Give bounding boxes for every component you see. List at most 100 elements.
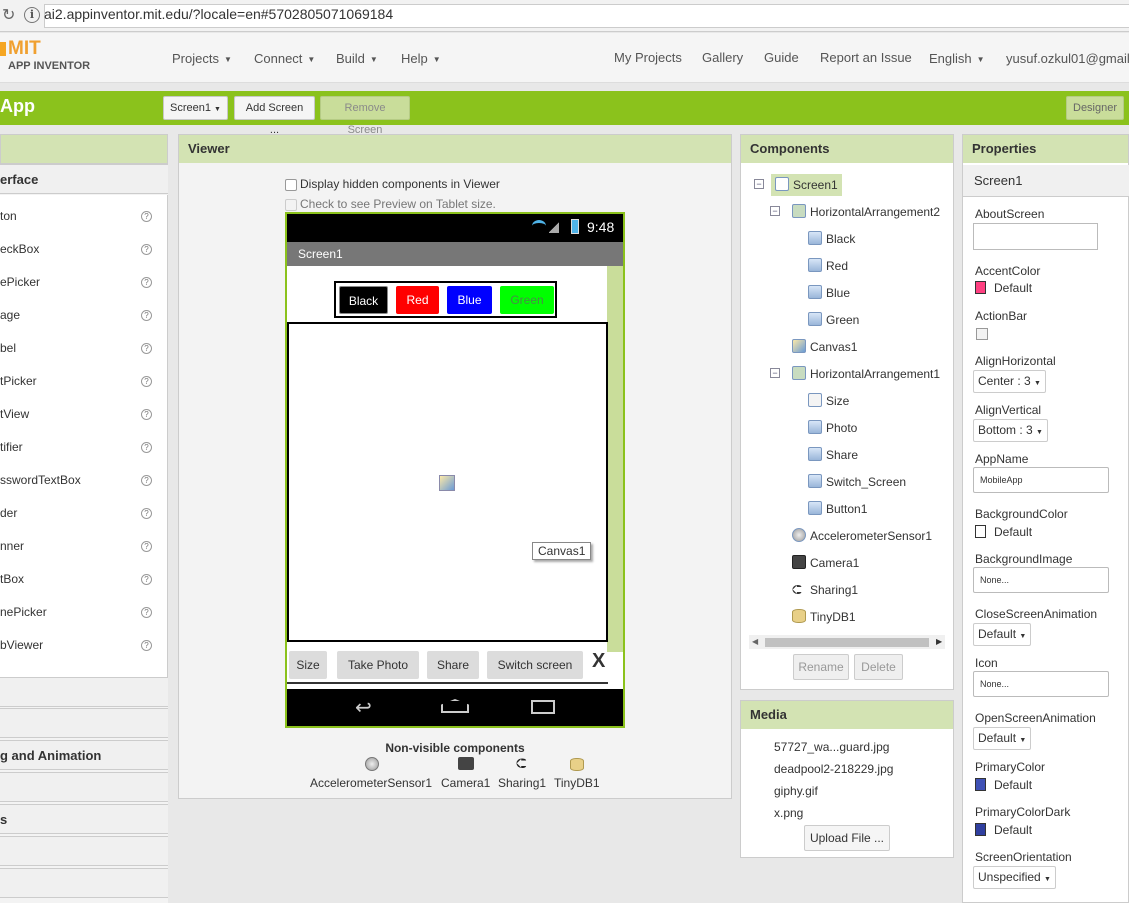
palette-section-user-interface[interactable]: erface <box>0 164 168 194</box>
share-button[interactable]: Share <box>427 651 479 679</box>
media-file[interactable]: giphy.gif <box>774 784 818 798</box>
palette-item-image[interactable]: age? <box>0 299 166 332</box>
nonvisible-tinydb[interactable]: TinyDB1 <box>554 776 600 790</box>
palette-item-passwordtextbox[interactable]: sswordTextBox? <box>0 464 166 497</box>
screen-orientation-select[interactable]: Unspecified ▼ <box>973 866 1056 889</box>
palette-item-textbox[interactable]: tBox? <box>0 563 166 596</box>
black-button[interactable]: Black <box>339 286 388 314</box>
palette-item-webviewer[interactable]: bViewer? <box>0 629 166 662</box>
tree-share[interactable]: Share <box>808 444 858 466</box>
nav-my-projects[interactable]: My Projects <box>614 50 682 65</box>
help-icon[interactable]: ? <box>141 442 152 453</box>
palette-section-sensors[interactable]: s <box>0 804 168 834</box>
palette-section-maps[interactable] <box>0 772 168 802</box>
help-icon[interactable]: ? <box>141 277 152 288</box>
palette-section-layout[interactable] <box>0 677 168 707</box>
palette-section-media[interactable] <box>0 708 168 738</box>
background-image-input[interactable]: None... <box>973 567 1109 593</box>
canvas-1[interactable]: Canvas1 <box>287 322 608 642</box>
screen-select[interactable]: Screen1 ▼ <box>163 96 228 120</box>
tree-red[interactable]: Red <box>808 255 848 277</box>
tree-size[interactable]: Size <box>808 390 849 412</box>
help-icon[interactable]: ? <box>141 541 152 552</box>
palette-item-timepicker[interactable]: nePicker? <box>0 596 166 629</box>
help-icon[interactable]: ? <box>141 310 152 321</box>
menu-projects[interactable]: Projects ▼ <box>172 51 232 66</box>
palette-item-notifier[interactable]: tifier? <box>0 431 166 464</box>
nav-guide[interactable]: Guide <box>764 50 799 65</box>
tree-sharing1[interactable]: ⮈ Sharing1 <box>792 579 858 601</box>
palette-item-label[interactable]: bel? <box>0 332 166 365</box>
media-file[interactable]: deadpool2-218229.jpg <box>774 762 893 776</box>
tree-accelerometer[interactable]: AccelerometerSensor1 <box>792 525 932 547</box>
blue-button[interactable]: Blue <box>447 286 492 314</box>
icon-input[interactable]: None... <box>973 671 1109 697</box>
tree-canvas1[interactable]: Canvas1 <box>792 336 857 358</box>
help-icon[interactable]: ? <box>141 574 152 585</box>
phone-scrollbar[interactable] <box>607 266 623 652</box>
tree-green[interactable]: Green <box>808 309 859 331</box>
reload-icon[interactable]: ↻ <box>2 6 22 26</box>
upload-file-button[interactable]: Upload File ... <box>804 825 890 851</box>
display-hidden-option[interactable]: Display hidden components in Viewer <box>285 177 500 191</box>
delete-button[interactable]: Delete <box>854 654 903 680</box>
collapse-icon[interactable]: − <box>770 368 780 378</box>
menu-help[interactable]: Help ▼ <box>401 51 441 66</box>
menu-connect[interactable]: Connect ▼ <box>254 51 315 66</box>
palette-item-listview[interactable]: tView? <box>0 398 166 431</box>
palette-item-spinner[interactable]: nner? <box>0 530 166 563</box>
palette-section-storage[interactable] <box>0 868 168 898</box>
tree-camera1[interactable]: Camera1 <box>792 552 859 574</box>
tree-black[interactable]: Black <box>808 228 855 250</box>
remove-screen-button[interactable]: Remove Screen <box>320 96 410 136</box>
help-icon[interactable]: ? <box>141 244 152 255</box>
nav-gallery[interactable]: Gallery <box>702 50 743 65</box>
primary-dark-picker[interactable]: Default <box>975 823 1032 837</box>
collapse-icon[interactable]: − <box>754 179 764 189</box>
palette-section-drawing-animation[interactable]: g and Animation <box>0 740 168 770</box>
app-name-input[interactable]: MobileApp <box>973 467 1109 493</box>
tree-button1[interactable]: Button1 <box>808 498 867 520</box>
tablet-preview-option[interactable]: Check to see Preview on Tablet size. <box>285 197 496 211</box>
close-animation-select[interactable]: Default ▼ <box>973 623 1032 646</box>
media-file[interactable]: x.png <box>774 806 803 820</box>
collapse-icon[interactable]: − <box>770 206 780 216</box>
nonvisible-camera[interactable]: Camera1 <box>441 776 490 790</box>
tree-switch-screen[interactable]: Switch_Screen <box>808 471 906 493</box>
tree-screen1[interactable]: Screen1 <box>771 174 842 196</box>
red-button[interactable]: Red <box>396 286 439 314</box>
tablet-preview-checkbox[interactable] <box>285 198 297 211</box>
palette-item-listpicker[interactable]: tPicker? <box>0 365 166 398</box>
help-icon[interactable]: ? <box>141 640 152 651</box>
tree-blue[interactable]: Blue <box>808 282 850 304</box>
palette-item-datepicker[interactable]: ePicker? <box>0 266 166 299</box>
display-hidden-checkbox[interactable] <box>285 178 297 191</box>
help-icon[interactable]: ? <box>141 607 152 618</box>
green-button[interactable]: Green <box>500 286 554 314</box>
close-x-image[interactable]: X <box>592 650 605 673</box>
menu-language[interactable]: English ▼ <box>929 51 985 66</box>
accent-color-picker[interactable]: Default <box>975 281 1032 295</box>
add-screen-button[interactable]: Add Screen ... <box>234 96 315 136</box>
help-icon[interactable]: ? <box>141 343 152 354</box>
open-animation-select[interactable]: Default ▼ <box>973 727 1032 750</box>
palette-section-social[interactable] <box>0 836 168 866</box>
help-icon[interactable]: ? <box>141 376 152 387</box>
switch-screen-button[interactable]: Switch screen <box>487 651 583 679</box>
background-color-picker[interactable]: Default <box>975 525 1032 539</box>
info-icon[interactable]: i <box>24 7 40 23</box>
tree-tinydb1[interactable]: TinyDB1 <box>792 606 856 628</box>
primary-color-picker[interactable]: Default <box>975 778 1032 792</box>
align-vertical-select[interactable]: Bottom : 3 ▼ <box>973 419 1048 442</box>
help-icon[interactable]: ? <box>141 508 152 519</box>
take-photo-button[interactable]: Take Photo <box>337 651 419 679</box>
tree-horizontal-arrangement-2[interactable]: HorizontalArrangement2 <box>792 201 940 223</box>
help-icon[interactable]: ? <box>141 211 152 222</box>
tree-horizontal-scrollbar[interactable]: ◀ ▶ <box>749 635 945 649</box>
tree-horizontal-arrangement-1[interactable]: HorizontalArrangement1 <box>792 363 940 385</box>
palette-item-button[interactable]: ton? <box>0 200 166 233</box>
scroll-right-icon[interactable]: ▶ <box>936 637 942 646</box>
help-icon[interactable]: ? <box>141 475 152 486</box>
help-icon[interactable]: ? <box>141 409 152 420</box>
palette-item-slider[interactable]: der? <box>0 497 166 530</box>
